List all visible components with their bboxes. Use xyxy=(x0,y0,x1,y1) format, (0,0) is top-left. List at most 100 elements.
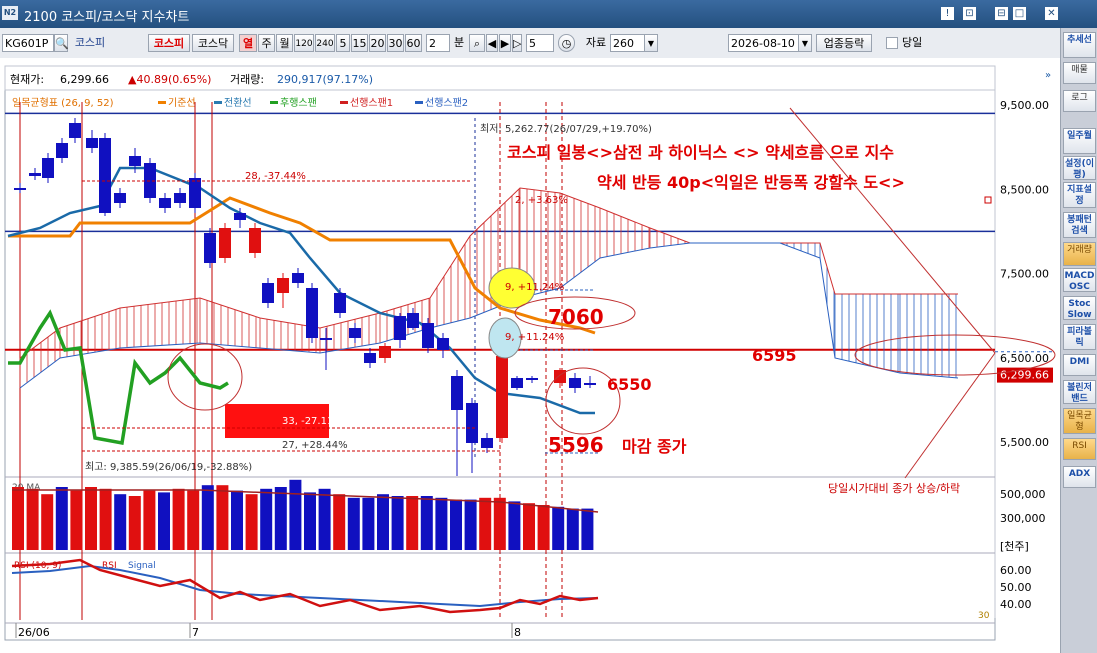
industry-button[interactable]: 업종등락 xyxy=(816,34,872,52)
candle-body xyxy=(394,316,406,340)
search-icon[interactable]: 🔍 xyxy=(54,34,69,52)
count-input[interactable]: 5 xyxy=(526,34,554,52)
volume-bar xyxy=(391,496,404,550)
volume-bar xyxy=(537,505,550,550)
rsi-corner: 30 xyxy=(978,611,990,621)
candle-body xyxy=(262,283,274,303)
candle-body xyxy=(42,158,54,178)
price-change: ▲40.89(0.65%) xyxy=(128,73,211,86)
candle-body xyxy=(114,193,126,203)
volume-bar xyxy=(523,503,535,550)
volume-bar xyxy=(114,494,127,550)
tab-kosdaq[interactable]: 코스닥 xyxy=(192,34,234,52)
sidebar-tool-2[interactable]: 로그 xyxy=(1063,90,1096,112)
sidebar-tool-3[interactable]: 일주월 xyxy=(1063,128,1096,154)
period-input[interactable]: 2 xyxy=(426,34,450,52)
period-month[interactable]: 월 xyxy=(276,34,293,52)
candle-body xyxy=(174,193,186,203)
sidebar-tool-9[interactable]: Stoc Slow xyxy=(1063,296,1096,320)
sidebar-tool-14[interactable]: RSI xyxy=(1063,438,1096,460)
period-week[interactable]: 주 xyxy=(258,34,275,52)
volume-bar xyxy=(128,496,141,550)
minimize-button[interactable]: ⊟ xyxy=(995,7,1008,20)
zoom-icon[interactable]: ⌕ xyxy=(469,34,485,52)
volume-right-label: 당일시가대비 종가 상승/하락 xyxy=(828,481,960,495)
volume-bar xyxy=(318,488,331,550)
candle-body xyxy=(466,403,478,443)
sidebar-tool-13[interactable]: 일목균형 xyxy=(1063,408,1096,434)
period-15[interactable]: 15 xyxy=(351,34,368,52)
period-day[interactable]: 열 xyxy=(239,34,257,52)
day-checkbox[interactable] xyxy=(886,37,898,49)
volume-bar xyxy=(493,497,506,550)
end-icon[interactable]: ▷ xyxy=(512,34,522,52)
volume-bar xyxy=(143,490,156,550)
date-chevron-icon[interactable]: ▼ xyxy=(798,34,812,52)
close-button[interactable]: ✕ xyxy=(1045,7,1058,20)
period-60[interactable]: 60 xyxy=(405,34,422,52)
volume-bar xyxy=(464,499,477,550)
day-checkbox-label: 당일 xyxy=(902,36,923,49)
x-tick-label: 8 xyxy=(514,626,521,639)
legend-lag: 후행스팬 xyxy=(280,97,317,109)
period-20[interactable]: 20 xyxy=(369,34,386,52)
volume-bar xyxy=(85,487,97,550)
candle-body xyxy=(29,173,41,176)
restore-button[interactable]: ⊡ xyxy=(963,7,976,20)
prev-icon[interactable]: ◀ xyxy=(486,34,498,52)
code-input[interactable]: KG601P xyxy=(2,34,54,52)
period-30[interactable]: 30 xyxy=(387,34,404,52)
y-tick-label: 7,500.00 xyxy=(1000,268,1049,281)
sidebar-tool-12[interactable]: 볼린저밴드 xyxy=(1063,380,1096,404)
price-label: 현재가: xyxy=(10,73,44,86)
volume-bar xyxy=(450,499,462,550)
next-icon[interactable]: ▶ xyxy=(499,34,511,52)
volume-label: 거래량: xyxy=(230,73,264,86)
sidebar-tool-7[interactable]: 거래량 xyxy=(1063,242,1096,266)
candle-body xyxy=(451,376,463,410)
scroll-right-icon[interactable]: » xyxy=(1045,70,1051,81)
sidebar-tool-11[interactable]: DMI xyxy=(1063,354,1096,376)
rsi-signal-name: Signal xyxy=(128,561,156,571)
period-240[interactable]: 240 xyxy=(315,34,335,52)
count-label: 자료 xyxy=(585,36,607,49)
candle-body xyxy=(292,273,304,283)
seg2-label: 2, +3.63% xyxy=(515,195,568,206)
volume-bar xyxy=(362,497,375,550)
sidebar-tool-8[interactable]: MACD OSC xyxy=(1063,268,1096,292)
sidebar-tool-0[interactable]: 추세선 xyxy=(1063,32,1096,58)
candle-body xyxy=(129,156,141,166)
candle-body xyxy=(86,138,98,148)
sidebar-tool-5[interactable]: 지표설정 xyxy=(1063,182,1096,208)
y-tick-label: 9,500.00 xyxy=(1000,99,1049,112)
sidebar-tool-1[interactable]: 매물 xyxy=(1063,62,1096,84)
volume-bar xyxy=(201,485,214,550)
rsi-tick-40: 40.00 xyxy=(1000,598,1032,611)
sidebar-tool-10[interactable]: 피라볼릭 xyxy=(1063,324,1096,350)
period-120[interactable]: 120 xyxy=(294,34,314,52)
chevron-down-icon[interactable]: ▼ xyxy=(644,34,658,52)
volume-bar xyxy=(172,488,185,550)
tab-kospi[interactable]: 코스피 xyxy=(148,34,190,52)
window-title: 2100 코스피/코스닥 지수차트 xyxy=(24,10,190,25)
chart-canvas[interactable]: 현재가: 6,299.66 ▲40.89(0.65%) 거래량: 290,917… xyxy=(0,58,1060,653)
y-tick-label: 8,500.00 xyxy=(1000,183,1049,196)
chart-area[interactable]: 현재가: 6,299.66 ▲40.89(0.65%) 거래량: 290,917… xyxy=(0,58,1060,653)
candle-body xyxy=(306,288,318,338)
alert-button[interactable]: ! xyxy=(941,7,954,20)
sidebar-tool-6[interactable]: 봉패턴검색 xyxy=(1063,212,1096,238)
volume-tick-2: 300,000 xyxy=(1000,512,1046,525)
sidebar-tool-15[interactable]: ADX xyxy=(1063,466,1096,488)
volume-bar xyxy=(420,496,433,550)
clock-icon[interactable]: ◷ xyxy=(558,34,575,52)
candle-body xyxy=(189,178,201,208)
seg4-label: 9, +11.24% xyxy=(505,332,564,343)
volume-value: 290,917(97.17%) xyxy=(277,73,373,86)
sidebar-tool-4[interactable]: 설정(이평) xyxy=(1063,156,1096,180)
x-tick-label: 7 xyxy=(192,626,199,639)
maximize-button[interactable]: □ xyxy=(1013,7,1026,20)
period-5[interactable]: 5 xyxy=(336,34,350,52)
app-icon: N2 xyxy=(2,6,18,20)
candle-body xyxy=(407,313,419,328)
volume-bar xyxy=(435,497,448,550)
